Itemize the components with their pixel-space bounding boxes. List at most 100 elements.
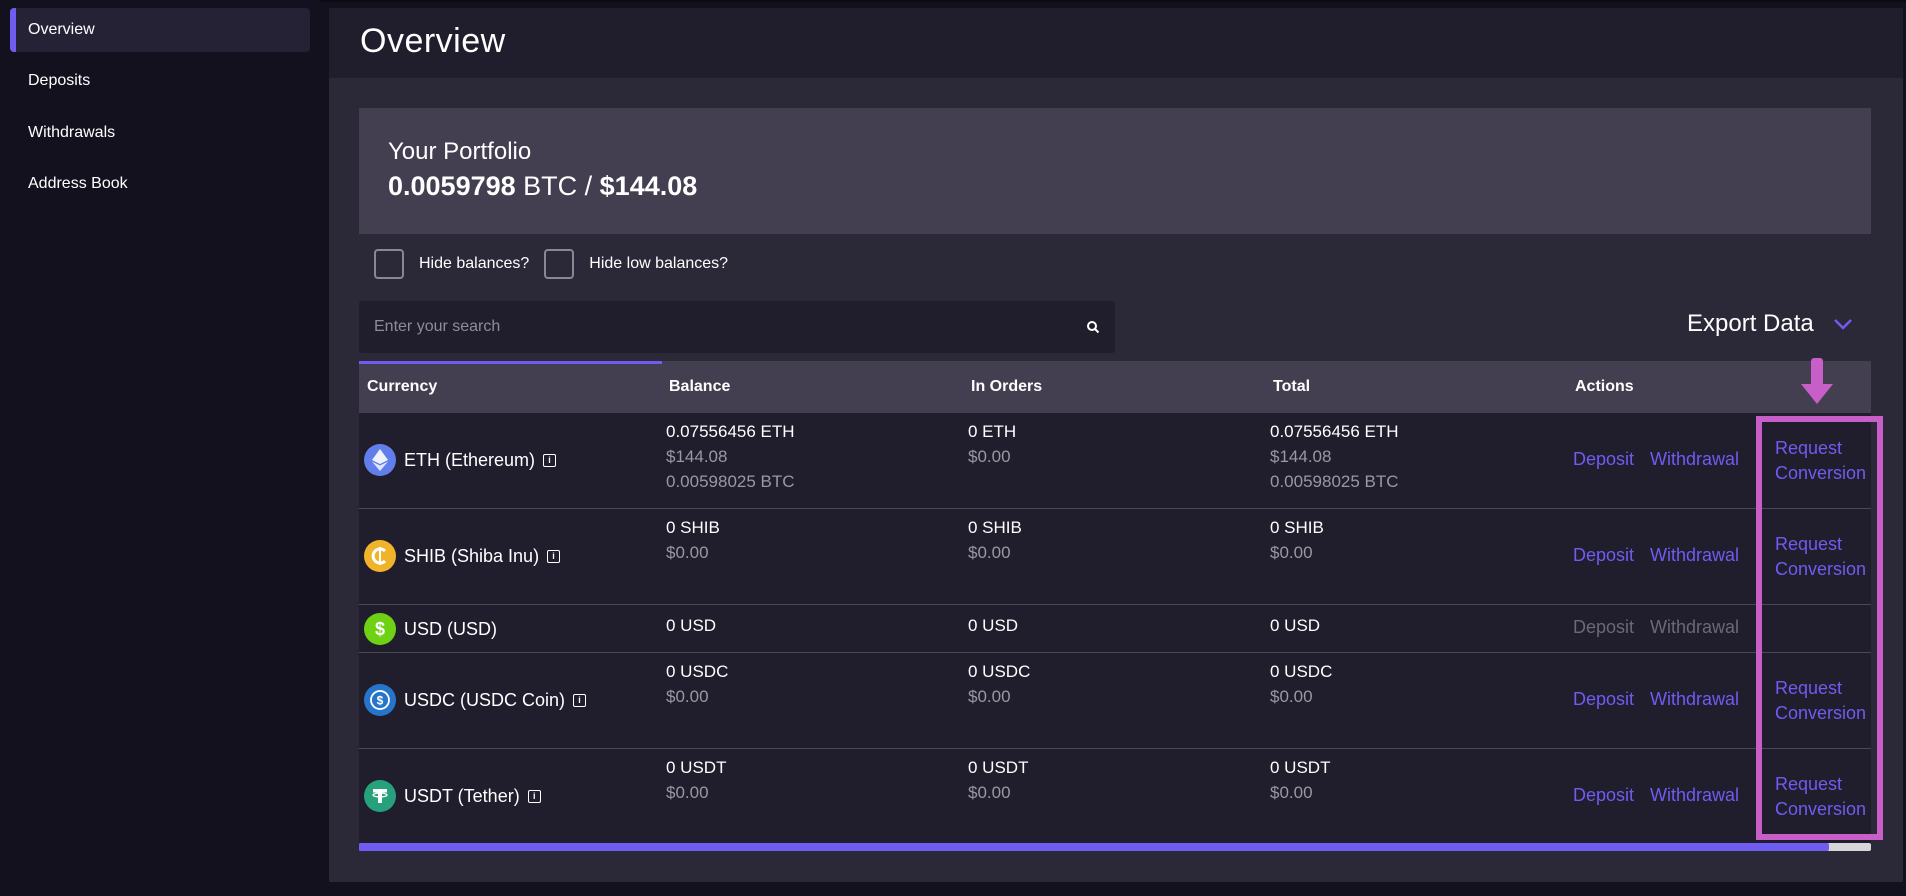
- portfolio-btc-unit: BTC /: [515, 171, 600, 201]
- sidebar-item-overview[interactable]: Overview: [10, 8, 310, 52]
- balance-usd: $144.08: [666, 447, 728, 466]
- export-data-dropdown[interactable]: Export Data: [1687, 310, 1854, 338]
- total-cell: 0 USD: [1270, 613, 1320, 638]
- sidebar: Overview Deposits Withdrawals Address Bo…: [0, 0, 320, 896]
- chevron-down-icon: [1833, 319, 1852, 330]
- export-data-label: Export Data: [1687, 310, 1814, 337]
- balance-amount: 0 USDT: [666, 758, 727, 777]
- withdrawal-link[interactable]: Withdrawal: [1650, 785, 1739, 806]
- dollar-icon: $: [364, 613, 396, 645]
- table-row: USDT (Tether) i 0 USDT $0.00 0 USDT $0.0…: [359, 749, 1871, 845]
- total-cell: 0 USDT $0.00: [1270, 755, 1330, 805]
- currency-cell: $ USD (USD): [364, 613, 497, 645]
- sidebar-item-withdrawals[interactable]: Withdrawals: [10, 111, 310, 155]
- in-orders-cell: 0 USDC $0.00: [968, 659, 1030, 709]
- ethereum-icon: [364, 444, 396, 476]
- deposit-link[interactable]: Deposit: [1573, 449, 1634, 470]
- balance-cell: 0 SHIB $0.00: [666, 515, 720, 565]
- table-body: ETH (Ethereum) i 0.07556456 ETH $144.08 …: [359, 413, 1871, 849]
- table-row: $ USD (USD) 0 USD 0 USD 0 USD Deposit Wi…: [359, 605, 1871, 653]
- currency-name: USDT (Tether): [404, 785, 520, 806]
- column-header-balance[interactable]: Balance: [669, 378, 730, 396]
- sidebar-item-label: Withdrawals: [28, 124, 116, 141]
- column-header-in-orders[interactable]: In Orders: [971, 378, 1042, 396]
- deposit-link[interactable]: Deposit: [1573, 689, 1634, 710]
- table-row: ETH (Ethereum) i 0.07556456 ETH $144.08 …: [359, 413, 1871, 509]
- balance-usd: $0.00: [666, 687, 709, 706]
- header-active-indicator: [359, 361, 662, 364]
- deposit-link[interactable]: Deposit: [1573, 545, 1634, 566]
- in-orders-amount: 0 USD: [968, 616, 1019, 635]
- in-orders-usd: $0.00: [968, 687, 1011, 706]
- total-usd: $0.00: [1270, 543, 1313, 562]
- total-cell: 0.07556456 ETH $144.08 0.00598025 BTC: [1270, 419, 1399, 494]
- currency-cell: $ USDC (USDC Coin) i: [364, 684, 587, 716]
- balance-cell: 0 USD: [666, 613, 716, 638]
- balance-btc: 0.00598025 BTC: [666, 472, 795, 491]
- portfolio-value: 0.0059798 BTC / $144.08: [388, 171, 697, 202]
- hide-low-balances-label: Hide low balances?: [589, 255, 729, 272]
- balance-filters: Hide balances? Hide low balances?: [374, 249, 728, 279]
- balance-amount: 0 USDC: [666, 662, 729, 681]
- column-header-total[interactable]: Total: [1273, 378, 1310, 396]
- main-panel: Overview Your Portfolio 0.0059798 BTC / …: [329, 8, 1903, 882]
- in-orders-cell: 0 SHIB $0.00: [968, 515, 1022, 565]
- currency-name: SHIB (Shiba Inu): [404, 545, 540, 566]
- table-row: $ USDC (USDC Coin) i 0 USDC $0.00 0 USDC…: [359, 653, 1871, 749]
- in-orders-cell: 0 USD: [968, 613, 1018, 638]
- annotation-highlight-box: [1756, 416, 1883, 840]
- balance-amount: 0 USD: [666, 616, 717, 635]
- sidebar-item-address-book[interactable]: Address Book: [10, 162, 310, 206]
- sidebar-item-deposits[interactable]: Deposits: [10, 59, 310, 103]
- table-row: SHIB (Shiba Inu) i 0 SHIB $0.00 0 SHIB $…: [359, 509, 1871, 605]
- in-orders-amount: 0 ETH: [968, 422, 1017, 441]
- horizontal-scrollbar[interactable]: [359, 843, 1871, 851]
- hide-balances-label: Hide balances?: [419, 255, 530, 272]
- total-amount: 0 SHIB: [1270, 518, 1324, 537]
- page-header: Overview: [329, 8, 1903, 78]
- currency-cell: ETH (Ethereum) i: [364, 444, 557, 476]
- withdrawal-link[interactable]: Withdrawal: [1650, 689, 1739, 710]
- shiba-icon: [364, 540, 396, 572]
- total-amount: 0 USD: [1270, 616, 1321, 635]
- deposit-link[interactable]: Deposit: [1573, 785, 1634, 806]
- balance-usd: $0.00: [666, 543, 709, 562]
- scrollbar-thumb[interactable]: [359, 843, 1829, 851]
- search-bar: [359, 301, 1115, 353]
- currency-cell: SHIB (Shiba Inu) i: [364, 540, 561, 572]
- balance-cell: 0 USDT $0.00: [666, 755, 726, 805]
- in-orders-usd: $0.00: [968, 543, 1011, 562]
- in-orders-cell: 0 USDT $0.00: [968, 755, 1028, 805]
- page-title: Overview: [360, 22, 506, 60]
- hide-balances-checkbox[interactable]: [374, 249, 404, 279]
- in-orders-usd: $0.00: [968, 447, 1011, 466]
- balance-cell: 0.07556456 ETH $144.08 0.00598025 BTC: [666, 419, 795, 494]
- balance-amount: 0 SHIB: [666, 518, 720, 537]
- info-icon[interactable]: i: [547, 549, 561, 563]
- info-icon[interactable]: i: [543, 453, 557, 467]
- portfolio-card: Your Portfolio 0.0059798 BTC / $144.08: [359, 108, 1871, 234]
- withdrawal-link[interactable]: Withdrawal: [1650, 545, 1739, 566]
- withdrawal-link[interactable]: Withdrawal: [1650, 449, 1739, 470]
- in-orders-amount: 0 SHIB: [968, 518, 1022, 537]
- portfolio-usd-amount: $144.08: [599, 171, 698, 201]
- total-usd: $0.00: [1270, 687, 1313, 706]
- annotation-arrow-down-icon: [1801, 358, 1833, 404]
- total-cell: 0 SHIB $0.00: [1270, 515, 1324, 565]
- info-icon[interactable]: i: [573, 693, 587, 707]
- sidebar-item-label: Address Book: [28, 175, 128, 192]
- balance-usd: $0.00: [666, 783, 709, 802]
- search-icon[interactable]: [1086, 320, 1100, 334]
- withdrawal-link: Withdrawal: [1650, 617, 1740, 637]
- column-header-currency[interactable]: Currency: [367, 378, 437, 396]
- info-icon[interactable]: i: [527, 789, 541, 803]
- search-input[interactable]: [359, 301, 1059, 353]
- total-amount: 0 USDT: [1270, 758, 1331, 777]
- balances-table: Currency Balance In Orders Total Actions…: [359, 361, 1871, 849]
- svg-text:$: $: [377, 694, 384, 708]
- in-orders-amount: 0 USDT: [968, 758, 1029, 777]
- column-header-actions: Actions: [1575, 378, 1634, 395]
- hide-low-balances-checkbox[interactable]: [544, 249, 575, 279]
- portfolio-title: Your Portfolio: [388, 138, 532, 165]
- currency-cell: USDT (Tether) i: [364, 780, 541, 812]
